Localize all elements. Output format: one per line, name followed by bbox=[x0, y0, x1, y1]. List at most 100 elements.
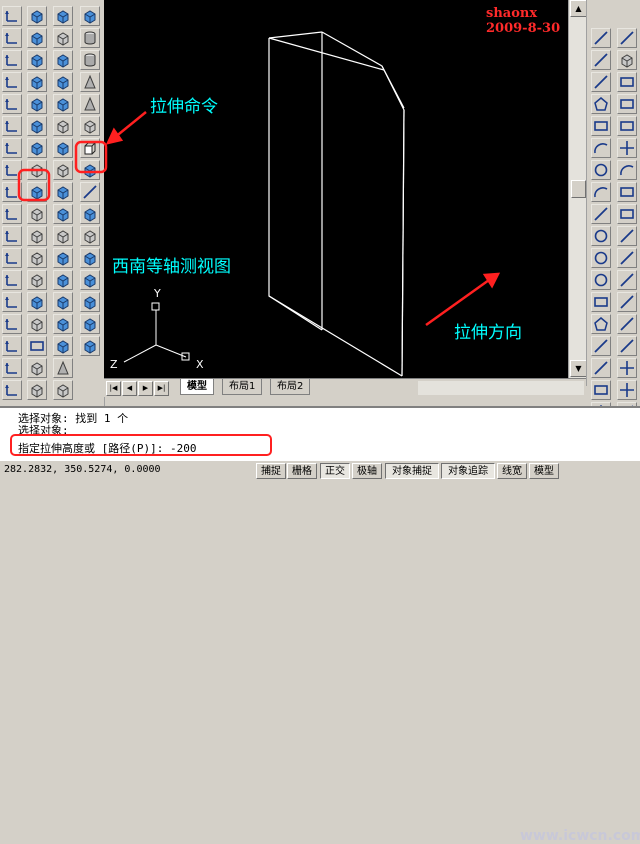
modify-button-13[interactable] bbox=[617, 292, 637, 312]
modeling-button-2[interactable] bbox=[80, 28, 100, 48]
modeling-button-3[interactable] bbox=[80, 50, 100, 70]
view-button-16[interactable] bbox=[27, 336, 47, 356]
draw-button-11[interactable] bbox=[591, 248, 611, 268]
lineweight-toggle[interactable]: 线宽 bbox=[497, 463, 527, 479]
next-tab-button[interactable]: ▶ bbox=[138, 381, 153, 396]
draw-button-13[interactable] bbox=[591, 292, 611, 312]
draw-button-16[interactable] bbox=[591, 358, 611, 378]
horizontal-scrollbar[interactable] bbox=[418, 381, 584, 395]
modify-button-17[interactable] bbox=[617, 380, 637, 400]
view-button-6[interactable] bbox=[27, 116, 47, 136]
modeling-button-9[interactable] bbox=[80, 182, 100, 202]
modeling-button-5[interactable] bbox=[80, 94, 100, 114]
ucs-button-14[interactable] bbox=[2, 292, 22, 312]
solid-edit-button-11[interactable] bbox=[53, 226, 73, 246]
solid-edit-button-15[interactable] bbox=[53, 314, 73, 334]
ucs-button-1[interactable] bbox=[2, 6, 22, 26]
modeling-button-14[interactable] bbox=[80, 292, 100, 312]
modify-button-14[interactable] bbox=[617, 314, 637, 334]
ucs-button-11[interactable] bbox=[2, 226, 22, 246]
draw-button-15[interactable] bbox=[591, 336, 611, 356]
draw-button-5[interactable] bbox=[591, 116, 611, 136]
view-button-14[interactable] bbox=[27, 292, 47, 312]
draw-button-10[interactable] bbox=[591, 226, 611, 246]
vertical-scroll-thumb[interactable] bbox=[571, 180, 586, 198]
ucs-button-12[interactable] bbox=[2, 248, 22, 268]
ucs-button-4[interactable] bbox=[2, 72, 22, 92]
view-button-9[interactable] bbox=[27, 182, 47, 202]
solid-edit-button-7[interactable] bbox=[53, 138, 73, 158]
otrack-toggle[interactable]: 对象追踪 bbox=[441, 463, 495, 479]
solid-edit-button-18[interactable] bbox=[53, 380, 73, 400]
osnap-toggle[interactable]: 对象捕捉 bbox=[385, 463, 439, 479]
view-button-7[interactable] bbox=[27, 138, 47, 158]
modify-button-7[interactable] bbox=[617, 160, 637, 180]
modeling-button-16[interactable] bbox=[80, 336, 100, 356]
modeling-button-11[interactable] bbox=[80, 226, 100, 246]
view-button-4[interactable] bbox=[27, 72, 47, 92]
command-window[interactable]: 选择对象: 找到 1 个 选择对象: 指定拉伸高度或 [路径(P)]: -200… bbox=[0, 406, 640, 844]
first-tab-button[interactable]: |◀ bbox=[106, 381, 121, 396]
tab-layout1[interactable]: 布局1 bbox=[222, 379, 263, 395]
solid-edit-button-3[interactable] bbox=[53, 50, 73, 70]
model-toggle[interactable]: 模型 bbox=[529, 463, 559, 479]
solid-edit-button-1[interactable] bbox=[53, 6, 73, 26]
modeling-button-15[interactable] bbox=[80, 314, 100, 334]
ucs-button-5[interactable] bbox=[2, 94, 22, 114]
vertical-scrollbar[interactable]: ▲ ▼ bbox=[568, 0, 587, 378]
solid-edit-button-10[interactable] bbox=[53, 204, 73, 224]
modify-button-15[interactable] bbox=[617, 336, 637, 356]
ucs-button-2[interactable] bbox=[2, 28, 22, 48]
modeling-button-8[interactable] bbox=[80, 160, 100, 180]
draw-button-1[interactable] bbox=[591, 28, 611, 48]
solid-edit-button-12[interactable] bbox=[53, 248, 73, 268]
ucs-button-7[interactable] bbox=[2, 138, 22, 158]
view-button-17[interactable] bbox=[27, 358, 47, 378]
solid-edit-button-8[interactable] bbox=[53, 160, 73, 180]
draw-button-4[interactable] bbox=[591, 94, 611, 114]
modeling-button-10[interactable] bbox=[80, 204, 100, 224]
solid-edit-button-9[interactable] bbox=[53, 182, 73, 202]
view-button-3[interactable] bbox=[27, 50, 47, 70]
draw-button-3[interactable] bbox=[591, 72, 611, 92]
ucs-button-10[interactable] bbox=[2, 204, 22, 224]
view-button-12[interactable] bbox=[27, 248, 47, 268]
view-button-10[interactable] bbox=[27, 204, 47, 224]
last-tab-button[interactable]: ▶| bbox=[154, 381, 169, 396]
modify-button-10[interactable] bbox=[617, 226, 637, 246]
modeling-button-13[interactable] bbox=[80, 270, 100, 290]
snap-toggle[interactable]: 捕捉 bbox=[256, 463, 286, 479]
draw-button-6[interactable] bbox=[591, 138, 611, 158]
view-button-2[interactable] bbox=[27, 28, 47, 48]
ucs-button-9[interactable] bbox=[2, 182, 22, 202]
modify-button-2[interactable] bbox=[617, 50, 637, 70]
modeling-button-7[interactable] bbox=[80, 138, 100, 158]
tab-model[interactable]: 模型 bbox=[180, 379, 214, 395]
ucs-button-16[interactable] bbox=[2, 336, 22, 356]
ucs-button-3[interactable] bbox=[2, 50, 22, 70]
solid-edit-button-14[interactable] bbox=[53, 292, 73, 312]
view-button-5[interactable] bbox=[27, 94, 47, 114]
solid-edit-button-2[interactable] bbox=[53, 28, 73, 48]
modeling-button-12[interactable] bbox=[80, 248, 100, 268]
view-button-11[interactable] bbox=[27, 226, 47, 246]
polar-toggle[interactable]: 极轴 bbox=[352, 463, 382, 479]
ucs-button-15[interactable] bbox=[2, 314, 22, 334]
scroll-down-button[interactable]: ▼ bbox=[570, 360, 587, 377]
solid-edit-button-17[interactable] bbox=[53, 358, 73, 378]
drawing-canvas[interactable]: 拉伸命令 拉伸方向 Y X Z shaonx 2009-8-30 bbox=[104, 0, 568, 378]
modify-button-4[interactable] bbox=[617, 94, 637, 114]
modeling-button-4[interactable] bbox=[80, 72, 100, 92]
ucs-button-6[interactable] bbox=[2, 116, 22, 136]
draw-button-7[interactable] bbox=[591, 160, 611, 180]
modify-button-16[interactable] bbox=[617, 358, 637, 378]
draw-button-8[interactable] bbox=[591, 182, 611, 202]
modify-button-8[interactable] bbox=[617, 182, 637, 202]
view-button-18[interactable] bbox=[27, 380, 47, 400]
solid-edit-button-6[interactable] bbox=[53, 116, 73, 136]
ucs-button-17[interactable] bbox=[2, 358, 22, 378]
solid-edit-button-13[interactable] bbox=[53, 270, 73, 290]
draw-button-14[interactable] bbox=[591, 314, 611, 334]
ucs-button-13[interactable] bbox=[2, 270, 22, 290]
modify-button-12[interactable] bbox=[617, 270, 637, 290]
